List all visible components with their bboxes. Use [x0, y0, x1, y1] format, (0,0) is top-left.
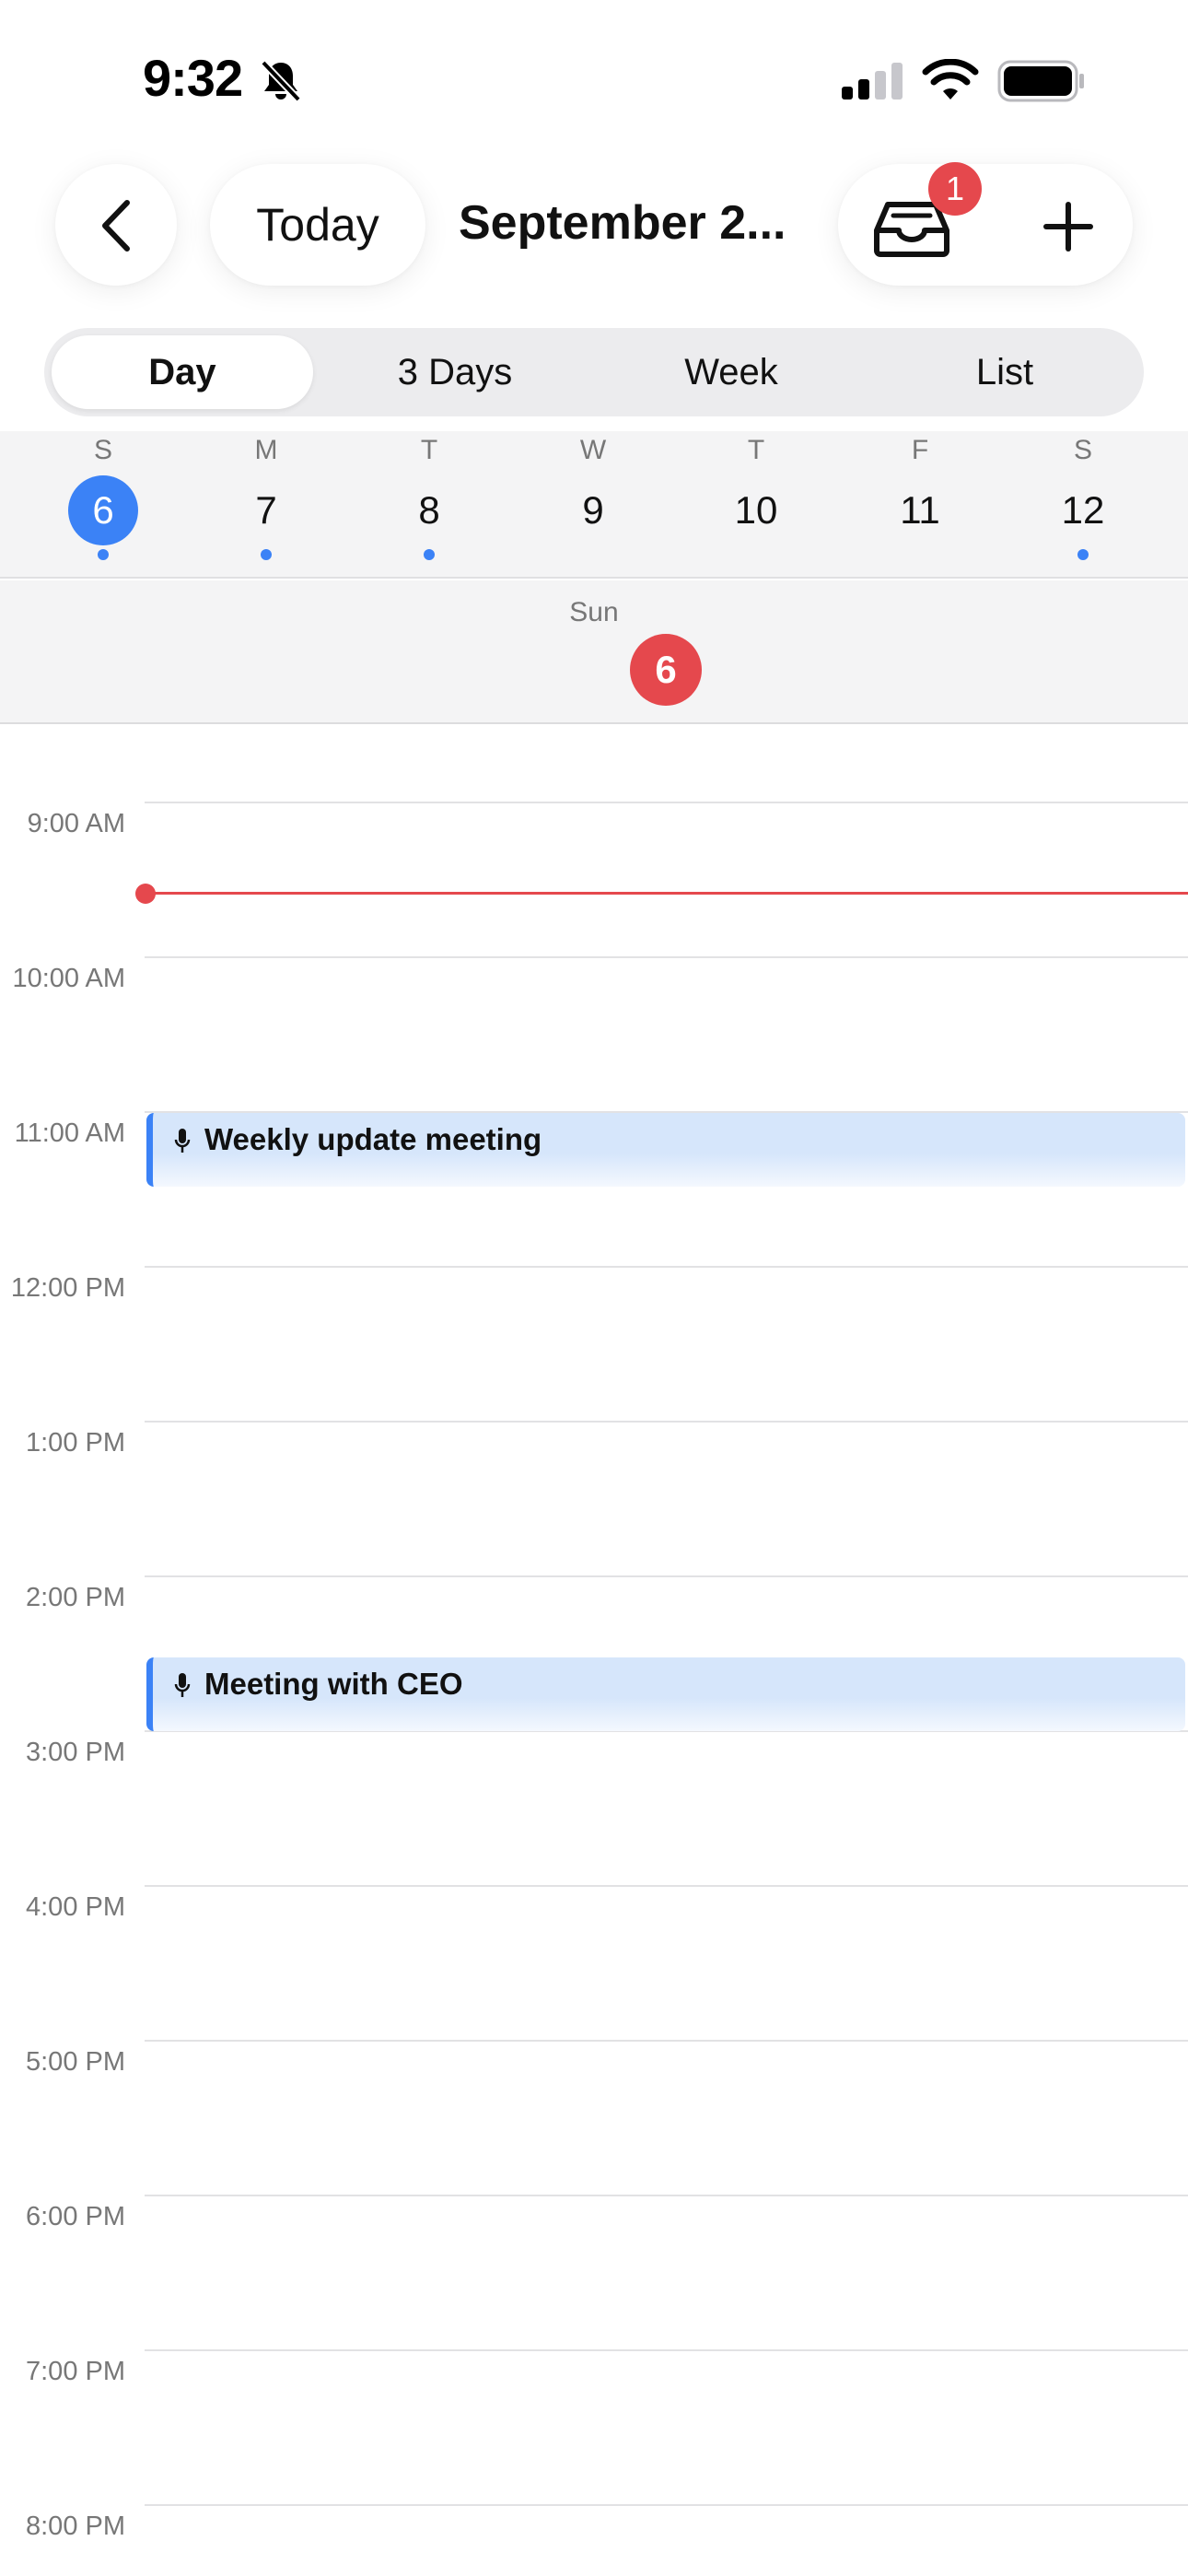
hour-label: 1:00 PM — [26, 1428, 125, 1458]
tab-3-days[interactable]: 3 Days — [320, 335, 589, 409]
current-time-line — [145, 892, 1188, 895]
month-title[interactable]: September 2... — [459, 195, 790, 251]
hour-gridline — [145, 1266, 1188, 1268]
status-time: 9:32 — [143, 49, 243, 107]
hour-gridline — [145, 802, 1188, 803]
weekday-number: 9 — [582, 488, 604, 532]
hour-label: 7:00 PM — [26, 2357, 125, 2386]
tab-week[interactable]: Week — [597, 335, 866, 409]
hour-gridline — [145, 2195, 1188, 2196]
hour-gridline — [145, 2504, 1188, 2506]
weekday-number: 6 — [68, 475, 138, 545]
chevron-left-icon — [102, 200, 130, 252]
hour-label: 9:00 AM — [27, 809, 125, 838]
battery-icon — [997, 60, 1084, 102]
event-title: Meeting with CEO — [204, 1667, 463, 1701]
weekday-letter: T — [420, 435, 438, 465]
hour-gridline — [145, 1421, 1188, 1423]
day-header: Sun 6 — [0, 580, 1188, 724]
day-timeline[interactable]: 9:00 AM 10:00 AM 11:00 AM 12:00 PM 1:00 … — [0, 724, 1188, 2576]
event-dot — [424, 549, 435, 560]
hour-gridline — [145, 1575, 1188, 1577]
weekday-letter: T — [747, 435, 765, 465]
plus-icon[interactable] — [1042, 201, 1094, 252]
event-weekly-update-meeting[interactable]: Weekly update meeting — [146, 1113, 1185, 1187]
status-bar: 9:32 — [0, 0, 1188, 157]
tab-list[interactable]: List — [873, 335, 1136, 409]
microphone-icon — [174, 1673, 191, 1697]
current-time-dot — [135, 884, 156, 904]
tab-day[interactable]: Day — [52, 335, 313, 409]
hour-gridline — [145, 1885, 1188, 1887]
hour-label: 12:00 PM — [10, 1273, 125, 1303]
hour-gridline — [145, 2349, 1188, 2351]
day-number-badge: 6 — [630, 634, 702, 706]
event-dot — [1077, 549, 1089, 560]
header-actions: 1 — [838, 162, 1133, 286]
bell-slash-icon — [261, 60, 301, 102]
hour-label: 4:00 PM — [26, 1892, 125, 1922]
cellular-signal-icon — [842, 63, 903, 100]
hour-label: 6:00 PM — [26, 2202, 125, 2231]
event-dot — [98, 549, 109, 560]
weekday-letter: F — [911, 435, 929, 465]
weekday-number: 10 — [734, 488, 778, 532]
weekday-number: 8 — [418, 488, 440, 532]
hour-label: 5:00 PM — [26, 2047, 125, 2077]
hour-gridline — [145, 2040, 1188, 2042]
microphone-icon — [174, 1129, 191, 1153]
day-name: Sun — [569, 597, 619, 627]
back-button[interactable] — [55, 164, 177, 286]
event-dot — [261, 549, 272, 560]
weekday-letter: S — [1073, 435, 1092, 465]
event-title: Weekly update meeting — [204, 1122, 542, 1156]
hour-label: 10:00 AM — [12, 964, 125, 993]
weekday-letter: M — [254, 435, 278, 465]
weekday-letter: W — [579, 435, 607, 465]
today-button[interactable]: Today — [210, 164, 425, 286]
hour-label: 11:00 AM — [14, 1118, 125, 1148]
event-meeting-with-ceo[interactable]: Meeting with CEO — [146, 1657, 1185, 1731]
view-switcher: Day 3 Days Week List — [44, 328, 1144, 416]
hour-gridline — [145, 956, 1188, 958]
weekday-number: 7 — [255, 488, 277, 532]
hour-label: 2:00 PM — [26, 1583, 125, 1612]
weekday-number: 11 — [900, 488, 940, 532]
wifi-icon — [922, 59, 979, 100]
weekday-letter: S — [93, 435, 112, 465]
hour-label: 8:00 PM — [26, 2512, 125, 2541]
weekday-number: 12 — [1061, 488, 1105, 532]
hour-label: 3:00 PM — [26, 1738, 125, 1767]
calendar-header: Today September 2... 1 — [0, 157, 1188, 304]
week-strip: S 6 M 7 T 8 W 9 T 10 F 11 S 12 — [0, 431, 1188, 579]
inbox-badge: 1 — [928, 162, 982, 216]
